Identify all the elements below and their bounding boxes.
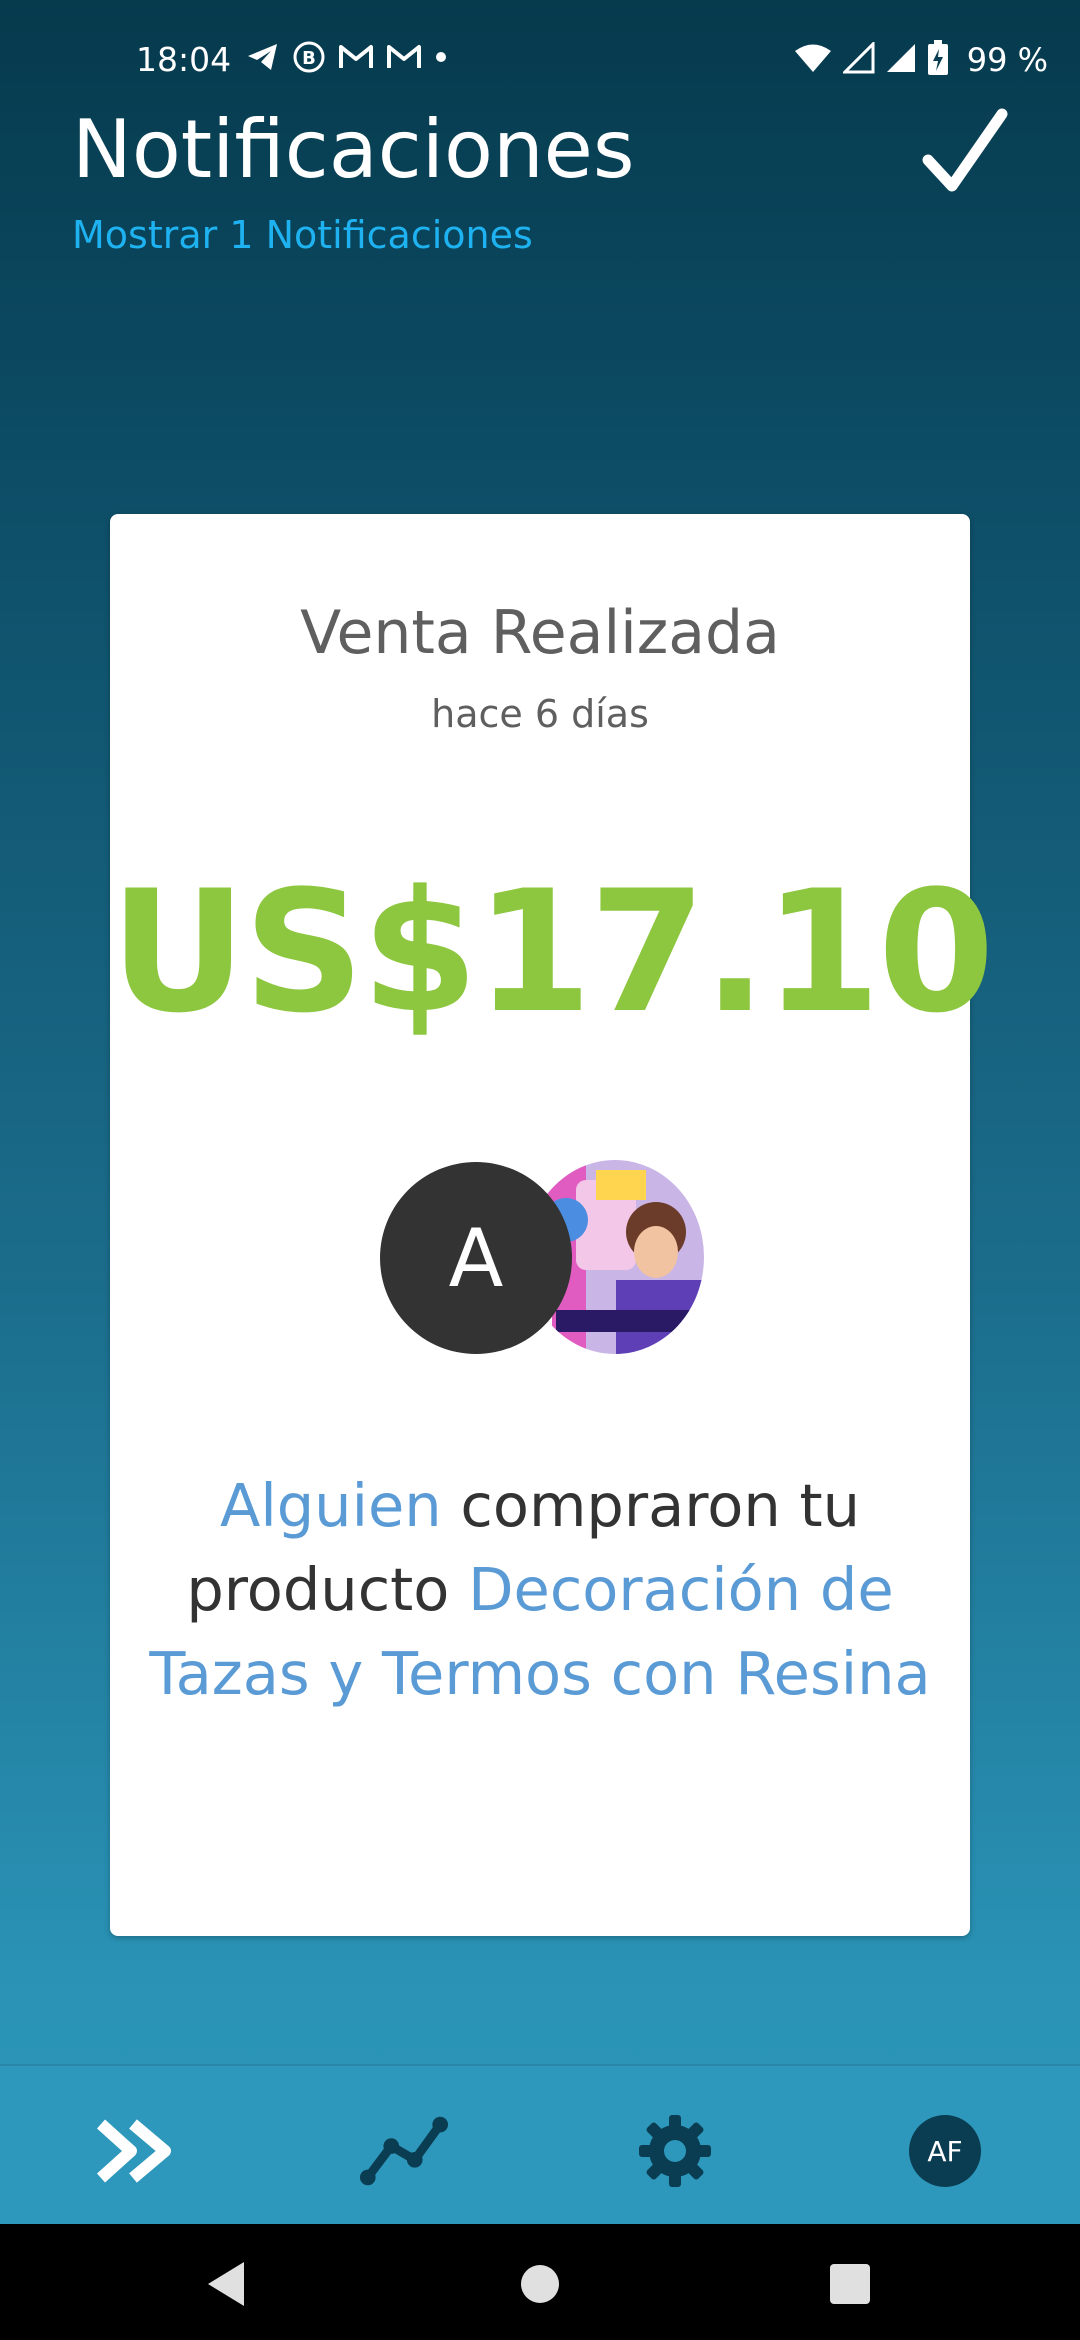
recents-square-icon: [830, 2264, 870, 2304]
stats-line-icon: [359, 2116, 448, 2186]
battery-percent: 99 %: [966, 41, 1048, 79]
profile-avatar: AF: [909, 2115, 981, 2187]
telegram-icon: [246, 41, 280, 73]
status-time: 18:04: [136, 40, 232, 79]
mark-read-button[interactable]: [920, 108, 1010, 198]
notification-title: Venta Realizada: [300, 598, 780, 668]
nav-item-settings[interactable]: [630, 2106, 720, 2196]
nav-item-profile[interactable]: AF: [900, 2106, 990, 2196]
notifications-count-link[interactable]: Mostrar 1 Notificaciones: [72, 213, 533, 257]
nav-item-stats[interactable]: [358, 2106, 448, 2196]
screen: 18:04 B 99 % Notificaciones Mostrar 1 No…: [0, 0, 1080, 2340]
back-triangle-icon: [208, 2262, 244, 2306]
nav-item-forward[interactable]: [90, 2106, 180, 2196]
buyer-avatar: A: [380, 1162, 572, 1354]
b-icon: B: [292, 40, 326, 74]
signal-icon: [885, 42, 917, 78]
home-circle-icon: [521, 2265, 559, 2303]
status-bar: 18:04 B 99 %: [0, 0, 1080, 120]
forward-arrows-icon: [96, 2119, 171, 2183]
status-icons-right: 99 %: [793, 40, 1048, 80]
gmail-icon: [338, 43, 374, 71]
status-icons-left: B: [246, 40, 448, 74]
back-button[interactable]: [196, 2254, 256, 2314]
checkmark-icon: [922, 108, 1008, 192]
gmail-icon: [386, 43, 422, 71]
system-nav-bar: [0, 2224, 1080, 2340]
page-title: Notificaciones: [72, 103, 635, 196]
sale-amount: US$17.10: [110, 854, 995, 1050]
buyer-name-link[interactable]: Alguien: [220, 1471, 442, 1540]
gear-icon: [639, 2115, 711, 2187]
bottom-nav: AF: [0, 2064, 1080, 2226]
notification-card[interactable]: Venta Realizada hace 6 días US$17.10 A A…: [110, 514, 995, 1936]
notification-message: Alguien compraron tu producto Decoración…: [140, 1464, 940, 1716]
signal-icon: [841, 40, 875, 78]
dot-icon: [434, 50, 448, 64]
battery-icon: [927, 40, 949, 80]
notification-time: hace 6 días: [431, 692, 649, 736]
wifi-icon: [793, 42, 833, 78]
home-button[interactable]: [510, 2254, 570, 2314]
recents-button[interactable]: [820, 2254, 880, 2314]
svg-text:B: B: [302, 48, 316, 69]
